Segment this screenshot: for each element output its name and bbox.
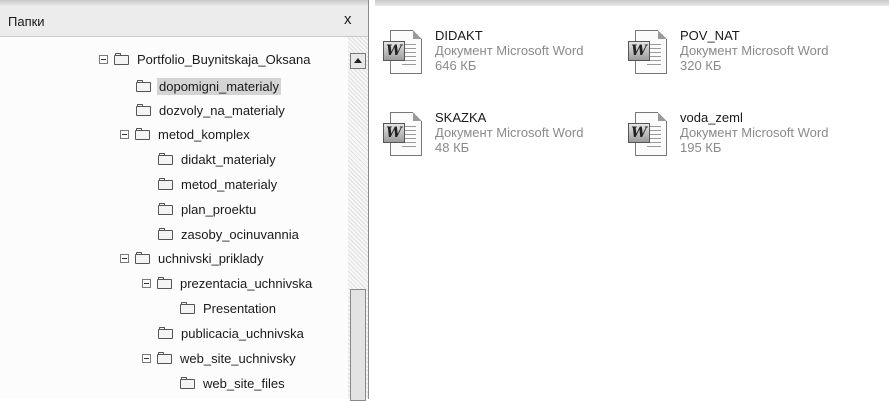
tree-item-publicacia-uchnivska[interactable]: publicacia_uchnivska xyxy=(158,323,306,343)
tree-item-label: web_site_files xyxy=(203,375,285,391)
tree-item-metod-materialy[interactable]: metod_materialy xyxy=(158,174,279,194)
tree-item-portfolio[interactable]: Portfolio_Buynitskaja_Oksana xyxy=(99,49,312,69)
collapse-toggle-icon[interactable] xyxy=(142,278,151,288)
file-type: Документ Microsoft Word xyxy=(435,43,584,58)
tree-item-label: dopomigni_materialy xyxy=(157,77,281,95)
file-item-didakt[interactable]: W DIDAKT Документ Microsoft Word 646 КБ xyxy=(383,26,623,90)
tree-item-label: prezentacia_uchnivska xyxy=(180,275,313,291)
folder-icon xyxy=(157,352,173,364)
folder-icon xyxy=(158,153,174,165)
folder-icon xyxy=(180,377,196,389)
tree-item-label: zasoby_ocinuvannia xyxy=(181,226,299,242)
tree-item-label: metod_komplex xyxy=(158,126,250,142)
file-item-voda-zeml[interactable]: W voda_zeml Документ Microsoft Word 195 … xyxy=(628,108,868,172)
tree-item-prezentacia-uchnivska[interactable]: prezentacia_uchnivska xyxy=(142,273,314,293)
tree-item-dopomigni-materialy[interactable]: dopomigni_materialy xyxy=(136,76,281,96)
tree-scrollbar[interactable] xyxy=(348,37,368,401)
scroll-up-arrow-icon[interactable] xyxy=(350,53,366,69)
file-size: 320 КБ xyxy=(680,58,722,73)
tree-item-label: plan_proektu xyxy=(181,201,257,217)
file-name: voda_zeml xyxy=(680,110,743,125)
folder-icon xyxy=(158,203,174,215)
collapse-toggle-icon[interactable] xyxy=(120,129,129,139)
tree-item-presentation[interactable]: Presentation xyxy=(180,298,278,318)
folder-icon xyxy=(136,80,152,92)
folder-icon xyxy=(114,53,130,65)
folder-icon xyxy=(180,302,196,314)
file-name: DIDAKT xyxy=(435,28,483,43)
scrollbar-thumb[interactable] xyxy=(350,289,366,401)
collapse-toggle-icon[interactable] xyxy=(99,54,108,64)
word-document-icon: W xyxy=(383,30,423,76)
tree-item-web-site-uchnivsky[interactable]: web_site_uchnivsky xyxy=(142,348,298,368)
tree-item-web-site-files[interactable]: web_site_files xyxy=(180,373,287,393)
close-pane-button[interactable]: x xyxy=(344,11,352,28)
tree-item-label: metod_materialy xyxy=(181,176,278,192)
tree-item-dozvoly-na-materialy[interactable]: dozvoly_na_materialy xyxy=(136,100,287,120)
folders-pane: Папки x Portfolio_Buynitskaja_Oksana dop… xyxy=(0,0,369,401)
folders-title: Папки xyxy=(8,14,45,29)
tree-item-label: publicacia_uchnivska xyxy=(181,325,304,341)
folder-tree: Portfolio_Buynitskaja_Oksana dopomigni_m… xyxy=(0,37,348,399)
folder-icon xyxy=(135,252,151,264)
files-header-rule xyxy=(375,0,889,6)
tree-item-label: didakt_materialy xyxy=(181,151,276,167)
file-name: POV_NAT xyxy=(680,28,740,43)
file-item-skazka[interactable]: W SKAZKA Документ Microsoft Word 48 КБ xyxy=(383,108,623,172)
tree-item-label: Portfolio_Buynitskaja_Oksana xyxy=(137,51,311,67)
word-document-icon: W xyxy=(383,112,423,158)
tree-item-label: Presentation xyxy=(203,300,276,316)
file-size: 646 КБ xyxy=(435,58,477,73)
folder-icon xyxy=(158,327,174,339)
files-pane: W DIDAKT Документ Microsoft Word 646 КБ … xyxy=(375,0,889,399)
collapse-toggle-icon[interactable] xyxy=(120,253,129,263)
word-document-icon: W xyxy=(628,30,668,76)
tree-item-uchnivski-priklady[interactable]: uchnivski_priklady xyxy=(120,248,266,268)
header-rule xyxy=(0,0,368,6)
folder-icon xyxy=(158,178,174,190)
folders-header: Папки x xyxy=(0,0,368,37)
word-document-icon: W xyxy=(628,112,668,158)
collapse-toggle-icon[interactable] xyxy=(142,353,151,363)
file-type: Документ Microsoft Word xyxy=(680,125,829,140)
folder-icon xyxy=(135,128,151,140)
tree-item-label: web_site_uchnivsky xyxy=(180,350,296,366)
file-size: 195 КБ xyxy=(680,140,722,155)
file-type: Документ Microsoft Word xyxy=(680,43,829,58)
tree-item-metod-komplex[interactable]: metod_komplex xyxy=(120,124,252,144)
tree-item-zasoby-ocinuvannia[interactable]: zasoby_ocinuvannia xyxy=(158,224,301,244)
folder-icon xyxy=(136,104,152,116)
file-item-pov-nat[interactable]: W POV_NAT Документ Microsoft Word 320 КБ xyxy=(628,26,868,90)
file-name: SKAZKA xyxy=(435,110,487,125)
tree-item-didakt-materialy[interactable]: didakt_materialy xyxy=(158,149,278,169)
file-size: 48 КБ xyxy=(435,140,470,155)
folder-icon xyxy=(158,228,174,240)
tree-item-label: uchnivski_priklady xyxy=(158,250,264,266)
tree-item-label: dozvoly_na_materialy xyxy=(159,102,285,118)
file-type: Документ Microsoft Word xyxy=(435,125,584,140)
folder-icon xyxy=(157,277,173,289)
tree-item-plan-proektu[interactable]: plan_proektu xyxy=(158,199,258,219)
